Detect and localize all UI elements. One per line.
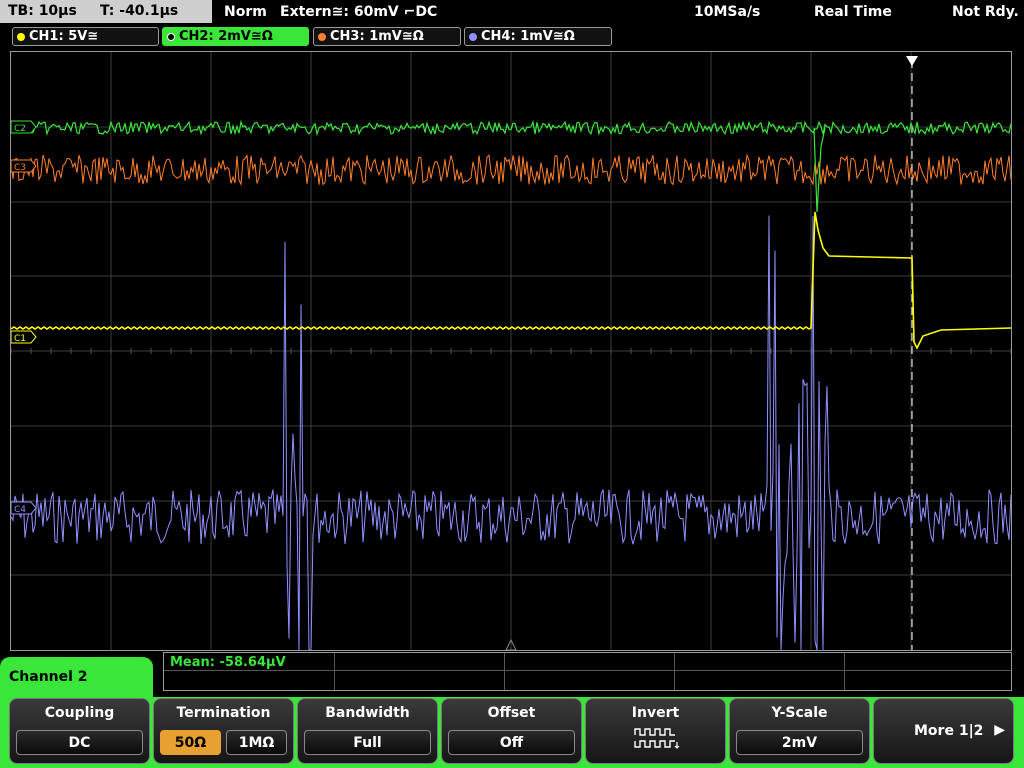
channel-menu-title: Channel 2 [9,669,88,685]
next-page-icon: ▶ [994,722,1005,738]
ch4-offset-marker-label: C4 [14,505,26,515]
ch4-color-dot-icon [469,32,477,41]
yscale-softkey[interactable]: Y-Scale 2mV [729,698,870,764]
ch4-label: CH4: 1mV≅Ω [481,29,575,44]
coupling-title: Coupling [44,705,115,721]
ch3-color-dot-icon [318,32,326,41]
invert-softkey[interactable]: Invert [585,698,726,764]
bandwidth-title: Bandwidth [325,705,410,721]
ch2-color-dot-icon [167,32,175,41]
channel-chip-ch4[interactable]: CH4: 1mV≅Ω [464,27,612,46]
measurement-cell-divider [334,653,335,690]
termination-softkey[interactable]: Termination 50Ω 1MΩ [153,698,294,764]
waveform-canvas: C2 C3 C1 C4 [11,52,1011,650]
measurement-bar: Mean: -58.64µV [163,652,1012,691]
acquisition-mode: Real Time [814,4,892,20]
bandwidth-softkey[interactable]: Bandwidth Full [297,698,438,764]
measurement-cell-divider [844,653,845,690]
ch2-label: CH2: 2mV≅Ω [179,29,273,44]
ch3-offset-marker-label: C3 [14,163,26,173]
measurement-cell-divider [674,653,675,690]
ch3-label: CH3: 1mV≅Ω [330,29,424,44]
waveform-display[interactable]: C2 C3 C1 C4 [10,51,1012,651]
termination-50ohm-option[interactable]: 50Ω [160,730,221,755]
trigger-mode[interactable]: Norm [224,0,267,24]
channel-menu-tab[interactable]: Channel 2 [0,657,153,699]
more-softkey[interactable]: More 1|2 ▶ [873,698,1014,764]
offset-softkey[interactable]: Offset Off [441,698,582,764]
offset-title: Offset [487,705,536,721]
timebase-label: TB: 10µs [8,3,77,19]
trigger-marker-icon [906,56,918,66]
coupling-softkey[interactable]: Coupling DC [9,698,150,764]
ch1-label: CH1: 5V≅ [29,29,99,44]
channel-selector-row: CH1: 5V≅ CH2: 2mV≅Ω CH3: 1mV≅Ω CH4: 1mV≅… [0,26,1024,48]
termination-title: Termination [176,705,271,721]
invert-waveform-icon [634,728,680,749]
channel-chip-ch2[interactable]: CH2: 2mV≅Ω [162,27,309,46]
timebase-box[interactable]: TB: 10µs T: -40.1µs [0,0,212,23]
yscale-title: Y-Scale [771,705,828,721]
channel-chip-ch1[interactable]: CH1: 5V≅ [12,27,159,46]
invert-title: Invert [631,705,680,721]
sample-rate: 10MSa/s [694,4,761,20]
yscale-value[interactable]: 2mV [736,730,863,755]
channel-chip-ch3[interactable]: CH3: 1mV≅Ω [313,27,461,46]
measurement-cell-divider [504,653,505,690]
measurement-mean: Mean: -58.64µV [170,655,286,670]
trigger-source[interactable]: Extern≅: 60mV ⌐DC [280,0,437,24]
measurement-divider [164,670,1011,671]
ch1-color-dot-icon [17,32,25,41]
acquisition-state: Not Rdy. [952,4,1019,20]
offset-value[interactable]: Off [448,730,575,755]
coupling-value[interactable]: DC [16,730,143,755]
trigger-time-label: T: -40.1µs [100,3,179,19]
ch2-offset-marker-label: C2 [14,124,26,134]
bandwidth-value[interactable]: Full [304,730,431,755]
termination-1mohm-option[interactable]: 1MΩ [226,730,287,755]
status-bar: TB: 10µs T: -40.1µs Norm Extern≅: 60mV ⌐… [0,0,1024,24]
ch1-offset-marker-label: C1 [14,334,26,344]
